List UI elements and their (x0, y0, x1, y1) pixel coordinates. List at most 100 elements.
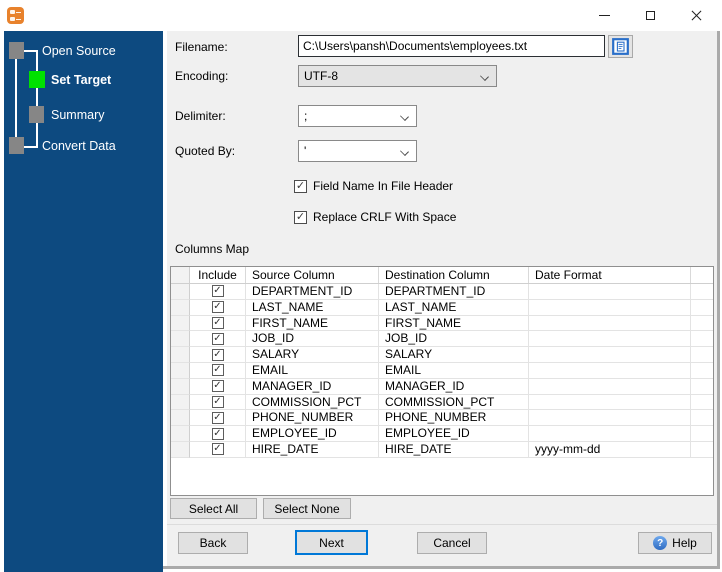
row-selector-cell[interactable] (171, 378, 190, 395)
row-selector-cell[interactable] (171, 299, 190, 316)
replace-crlf-checkbox-row[interactable]: ✓ Replace CRLF With Space (294, 210, 456, 224)
step-marker-set-target (29, 71, 45, 88)
include-cell[interactable]: ✓ (190, 315, 246, 332)
step-open-source: Open Source (42, 44, 116, 58)
select-all-button[interactable]: Select All (170, 498, 257, 519)
row-selector-cell[interactable] (171, 441, 190, 458)
destination-column-cell: EMAIL (379, 362, 529, 379)
include-checkbox[interactable]: ✓ (211, 380, 224, 393)
include-cell[interactable]: ✓ (190, 347, 246, 363)
table-row[interactable]: ✓ JOB_ID JOB_ID (171, 331, 713, 348)
app-logo-icon (7, 7, 24, 24)
minimize-button[interactable] (581, 0, 627, 31)
include-cell[interactable]: ✓ (190, 441, 246, 458)
delimiter-value: ; (304, 109, 308, 123)
filename-input[interactable] (298, 35, 605, 57)
column-header[interactable]: Date Format (529, 267, 691, 283)
close-icon (690, 9, 703, 22)
table-header-row: Include Source Column Destination Column Da… (171, 267, 713, 284)
include-cell[interactable]: ✓ (190, 394, 246, 411)
delimiter-select[interactable]: ; (298, 105, 417, 127)
next-button[interactable]: Next (295, 530, 368, 555)
row-selector-cell[interactable] (171, 410, 190, 427)
checkbox-checked-icon[interactable]: ✓ (294, 179, 307, 193)
include-checkbox[interactable]: ✓ (211, 411, 224, 424)
cancel-button[interactable]: Cancel (417, 532, 487, 554)
maximize-icon (645, 11, 655, 20)
include-checkbox[interactable]: ✓ (211, 364, 224, 377)
content-panel: Filename: Encoding: UTF-8 Delimiter: ; Q… (167, 31, 717, 566)
include-checkbox[interactable]: ✓ (211, 332, 224, 345)
step-convert-data: Convert Data (42, 139, 116, 153)
column-header[interactable] (691, 267, 713, 283)
filler-cell (691, 410, 713, 427)
table-row[interactable]: ✓ DEPARTMENT_ID DEPARTMENT_ID (171, 284, 713, 300)
destination-column-cell: SALARY (379, 347, 529, 363)
include-checkbox[interactable]: ✓ (211, 348, 224, 361)
field-name-in-header-checkbox-row[interactable]: ✓ Field Name In File Header (294, 179, 453, 193)
row-selector-cell[interactable] (171, 394, 190, 411)
table-row[interactable]: ✓ FIRST_NAME FIRST_NAME (171, 315, 713, 332)
chevron-down-icon (400, 147, 409, 156)
destination-column-cell: PHONE_NUMBER (379, 410, 529, 427)
table-row[interactable]: ✓ COMMISSION_PCT COMMISSION_PCT (171, 394, 713, 411)
include-checkbox[interactable]: ✓ (211, 427, 224, 440)
checkbox-checked-icon[interactable]: ✓ (294, 210, 307, 224)
row-selector-cell[interactable] (171, 331, 190, 348)
close-button[interactable] (673, 0, 720, 31)
help-button[interactable]: ? Help (638, 532, 712, 554)
destination-column-cell: COMMISSION_PCT (379, 394, 529, 411)
row-selector-cell[interactable] (171, 284, 190, 300)
encoding-label: Encoding: (175, 69, 229, 83)
include-checkbox[interactable]: ✓ (211, 395, 224, 408)
filler-cell (691, 331, 713, 348)
quoted-by-select[interactable]: ' (298, 140, 417, 162)
step-connector-line (36, 50, 38, 148)
filler-cell (691, 379, 713, 395)
row-selector-cell[interactable] (171, 426, 190, 442)
column-header[interactable]: Include (190, 267, 246, 283)
step-marker-open-source (9, 42, 24, 59)
table-row[interactable]: ✓ PHONE_NUMBER PHONE_NUMBER (171, 410, 713, 427)
maximize-button[interactable] (627, 0, 673, 31)
include-cell[interactable]: ✓ (190, 299, 246, 316)
step-marker-summary (29, 106, 44, 123)
date-format-cell (529, 394, 691, 411)
include-checkbox[interactable]: ✓ (211, 316, 224, 329)
include-cell[interactable]: ✓ (190, 378, 246, 395)
include-cell[interactable]: ✓ (190, 331, 246, 348)
column-header[interactable]: Source Column (246, 267, 379, 283)
include-checkbox[interactable]: ✓ (211, 285, 224, 298)
destination-column-cell: EMPLOYEE_ID (379, 426, 529, 442)
column-header[interactable] (171, 267, 190, 283)
date-format-cell (529, 362, 691, 379)
include-checkbox[interactable]: ✓ (211, 301, 224, 314)
table-row[interactable]: ✓ SALARY SALARY (171, 347, 713, 363)
quoted-by-value: ' (304, 144, 307, 158)
row-selector-cell[interactable] (171, 347, 190, 363)
filename-label: Filename: (175, 40, 228, 54)
table-row[interactable]: ✓ EMAIL EMAIL (171, 362, 713, 379)
row-selector-cell[interactable] (171, 362, 190, 379)
source-column-cell: JOB_ID (246, 331, 379, 348)
destination-column-cell: MANAGER_ID (379, 378, 529, 395)
table-row[interactable]: ✓ EMPLOYEE_ID EMPLOYEE_ID (171, 426, 713, 442)
include-cell[interactable]: ✓ (190, 362, 246, 379)
encoding-select[interactable]: UTF-8 (298, 65, 497, 87)
source-column-cell: PHONE_NUMBER (246, 410, 379, 427)
table-row[interactable]: ✓ LAST_NAME LAST_NAME (171, 299, 713, 316)
table-row[interactable]: ✓ HIRE_DATE HIRE_DATE yyyy-mm-dd (171, 441, 713, 458)
column-header[interactable]: Destination Column (379, 267, 529, 283)
table-row[interactable]: ✓ MANAGER_ID MANAGER_ID (171, 378, 713, 395)
include-checkbox[interactable]: ✓ (211, 443, 224, 456)
include-cell[interactable]: ✓ (190, 426, 246, 442)
help-button-label: Help (672, 536, 697, 550)
include-cell[interactable]: ✓ (190, 410, 246, 427)
select-none-button[interactable]: Select None (263, 498, 351, 519)
include-cell[interactable]: ✓ (190, 284, 246, 300)
columns-map-table[interactable]: Include Source Column Destination Column Da… (170, 266, 714, 496)
minimize-icon (598, 15, 610, 16)
back-button[interactable]: Back (178, 532, 248, 554)
row-selector-cell[interactable] (171, 315, 190, 332)
browse-file-button[interactable] (608, 35, 633, 58)
